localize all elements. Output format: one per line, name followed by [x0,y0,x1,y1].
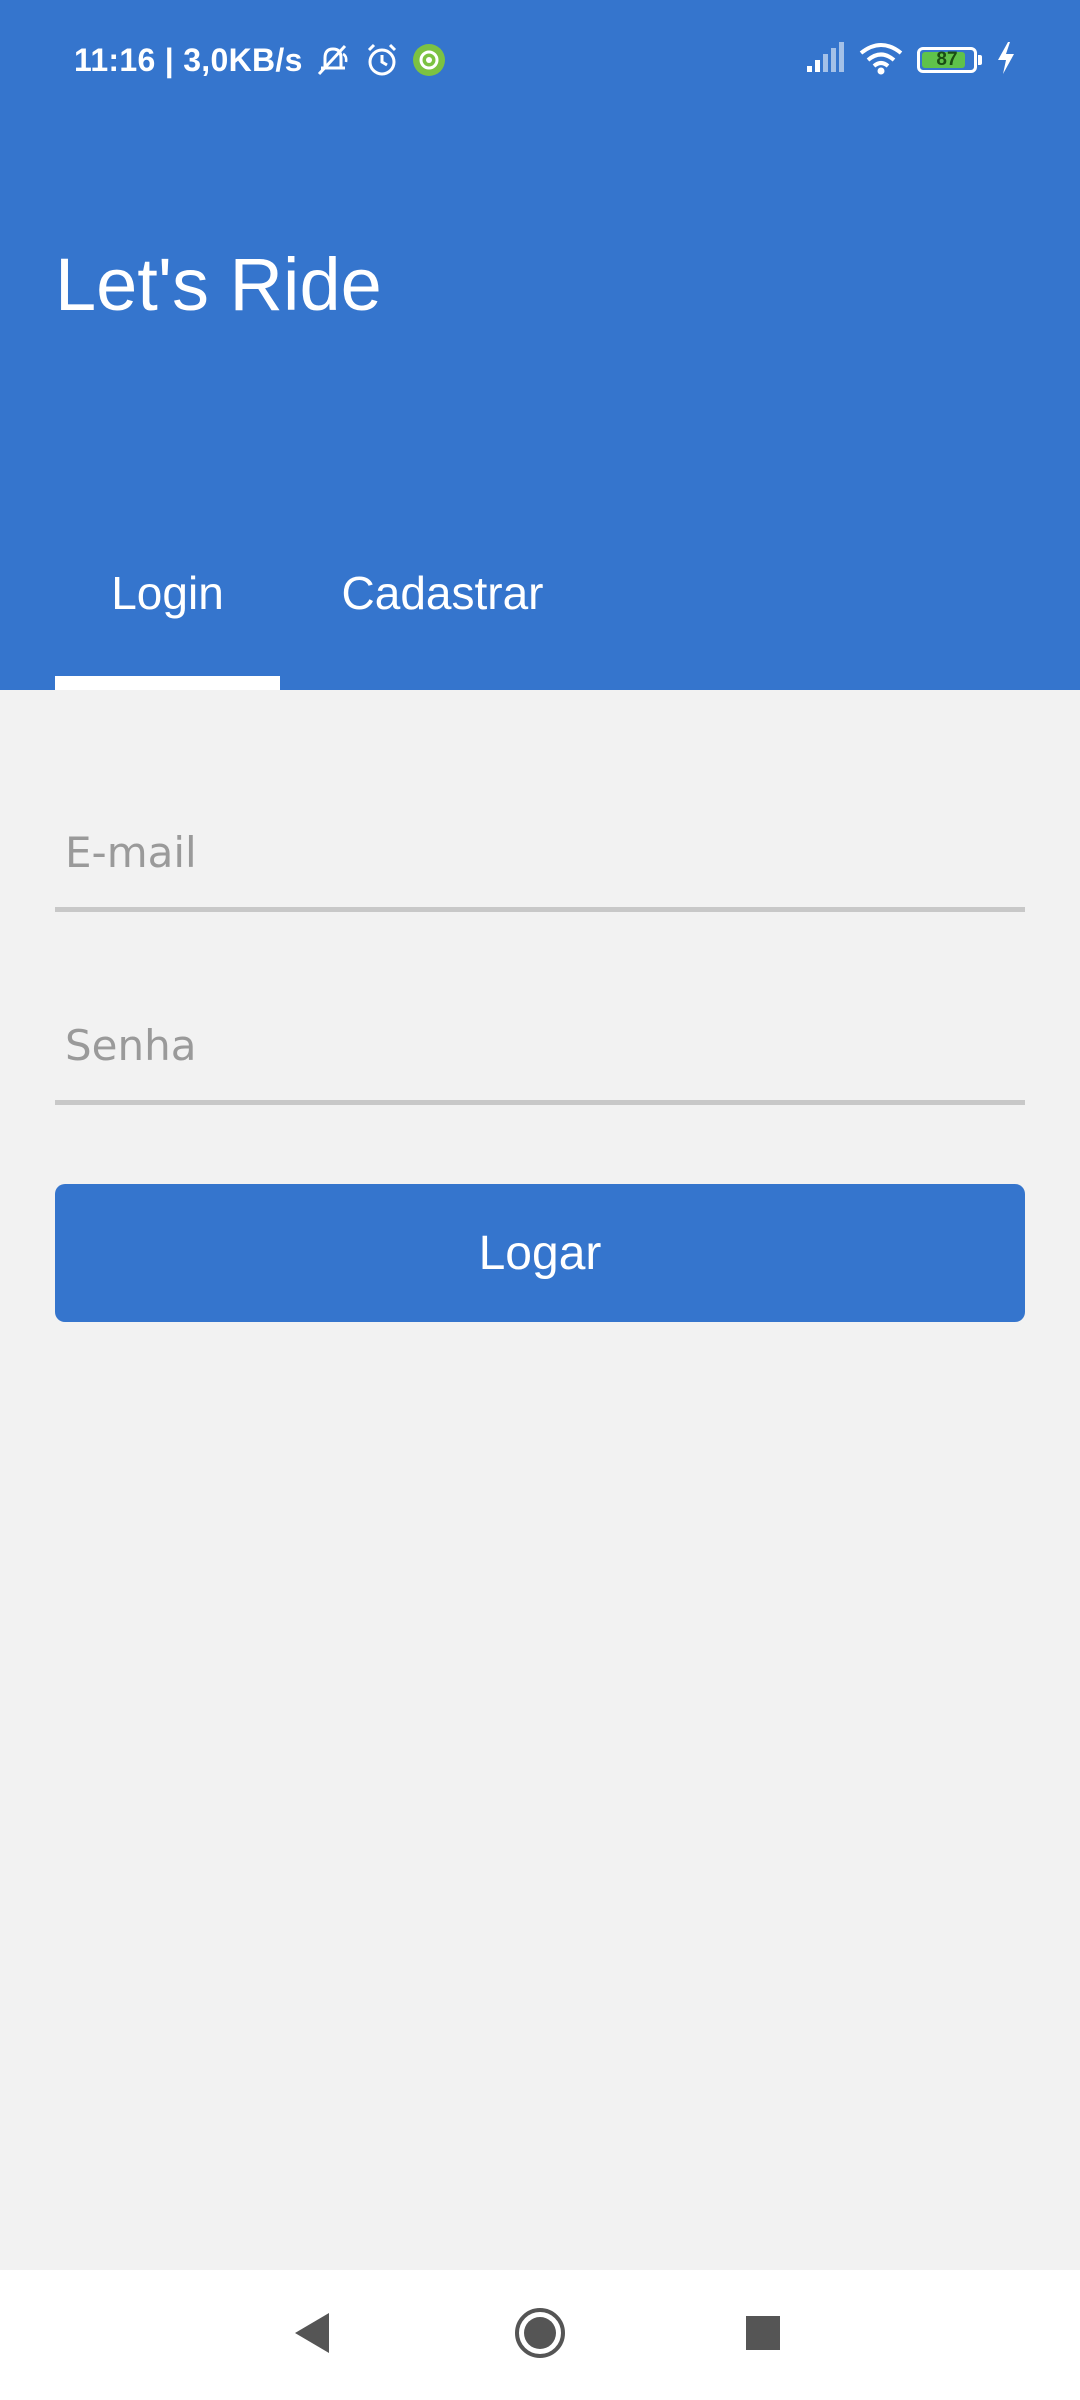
tab-login-label: Login [111,567,224,619]
nav-recents-button[interactable] [703,2270,823,2400]
system-nav-bar [0,2270,1080,2400]
tab-login[interactable]: Login [55,540,280,690]
wifi-icon [859,41,903,80]
nav-home-button[interactable] [480,2270,600,2400]
email-field [55,792,1025,912]
auth-tabs: Login Cadastrar [55,540,605,690]
app-notification-icon [411,42,447,78]
battery-body: 87 [917,47,977,73]
tab-cadastrar-label: Cadastrar [341,567,544,619]
senha-field [55,985,1025,1105]
app-header: 11:16 | 3,0KB/s 87 Let's Ride Login Cada… [0,0,1080,690]
battery-percentage: 87 [936,49,958,70]
logar-button[interactable]: Logar [55,1184,1025,1322]
app-title: Let's Ride [55,243,382,326]
battery-icon: 87 [917,47,982,73]
tab-cadastrar[interactable]: Cadastrar [280,540,605,690]
status-bar: 11:16 | 3,0KB/s 87 [0,0,1080,118]
status-time-speed: 11:16 | 3,0KB/s [74,41,303,78]
muted-bell-icon [313,42,353,78]
senha-input[interactable] [65,1021,1005,1070]
status-bar-left: 11:16 | 3,0KB/s [74,38,447,82]
recents-square-icon [745,2315,781,2356]
alarm-icon [363,41,401,79]
charging-bolt-icon [996,41,1016,79]
battery-cap [978,55,982,65]
email-input[interactable] [65,828,1005,877]
cell-signal-icon [805,41,845,79]
status-bar-right: 87 [805,38,1016,82]
tab-selected-indicator [55,676,280,690]
back-triangle-icon [293,2311,333,2360]
home-circle-icon [513,2306,567,2365]
nav-back-button[interactable] [253,2270,373,2400]
